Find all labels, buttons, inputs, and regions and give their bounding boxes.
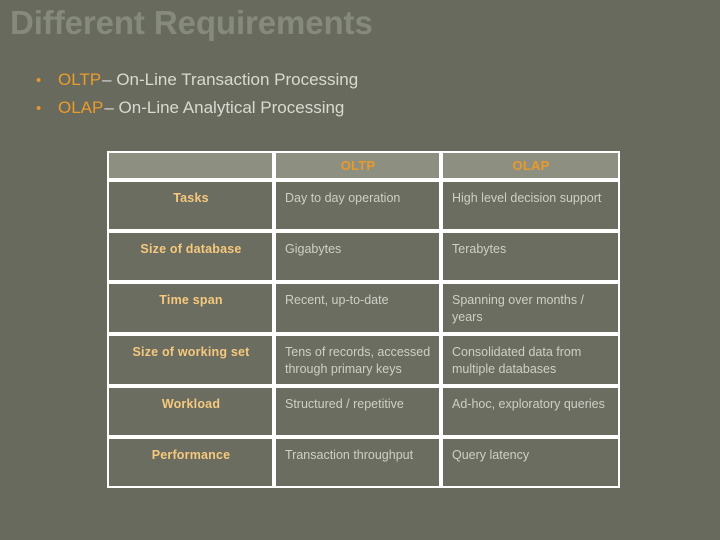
bullet-item-description: – On-Line Transaction Processing [102, 70, 359, 89]
cell-oltp: Tens of records, accessed through primar… [274, 334, 441, 386]
cell-olap: High level decision support [441, 180, 620, 231]
comparison-table: OLTP OLAP Tasks Day to day operation Hig… [107, 151, 620, 488]
row-label: Performance [107, 437, 274, 488]
row-label: Size of working set [107, 334, 274, 386]
cell-oltp: Day to day operation [274, 180, 441, 231]
cell-oltp: Transaction throughput [274, 437, 441, 488]
row-label: Tasks [107, 180, 274, 231]
bullet-item-term: OLAP [58, 98, 104, 117]
table-row: Size of database Gigabytes Terabytes [107, 231, 620, 282]
column-header-oltp: OLTP [274, 151, 441, 180]
table-row: Size of working set Tens of records, acc… [107, 334, 620, 386]
slide-canvas: Different Requirements • OLTP – On-Line … [0, 0, 720, 540]
row-label: Workload [107, 386, 274, 437]
cell-oltp: Recent, up-to-date [274, 282, 441, 334]
list-item: • OLTP – On-Line Transaction Processing [28, 66, 668, 94]
table-row: Tasks Day to day operation High level de… [107, 180, 620, 231]
bullet-list: • OLTP – On-Line Transaction Processing … [28, 66, 668, 122]
cell-olap: Terabytes [441, 231, 620, 282]
column-header-blank [107, 151, 274, 180]
bullet-item-term: OLTP [58, 70, 102, 89]
table-row: Workload Structured / repetitive Ad-hoc,… [107, 386, 620, 437]
column-header-olap: OLAP [441, 151, 620, 180]
row-label: Time span [107, 282, 274, 334]
bullet-point-icon: • [36, 72, 42, 89]
cell-olap: Consolidated data from multiple database… [441, 334, 620, 386]
table-header-row: OLTP OLAP [107, 151, 620, 180]
cell-olap: Spanning over months / years [441, 282, 620, 334]
table-row: Time span Recent, up-to-date Spanning ov… [107, 282, 620, 334]
bullet-point-icon: • [36, 100, 42, 117]
page-title: Different Requirements [10, 4, 373, 41]
bullet-item-description: – On-Line Analytical Processing [104, 98, 345, 117]
cell-oltp: Structured / repetitive [274, 386, 441, 437]
cell-olap: Ad-hoc, exploratory queries [441, 386, 620, 437]
row-label: Size of database [107, 231, 274, 282]
cell-olap: Query latency [441, 437, 620, 488]
cell-oltp: Gigabytes [274, 231, 441, 282]
list-item: • OLAP – On-Line Analytical Processing [28, 94, 668, 122]
table-row: Performance Transaction throughput Query… [107, 437, 620, 488]
